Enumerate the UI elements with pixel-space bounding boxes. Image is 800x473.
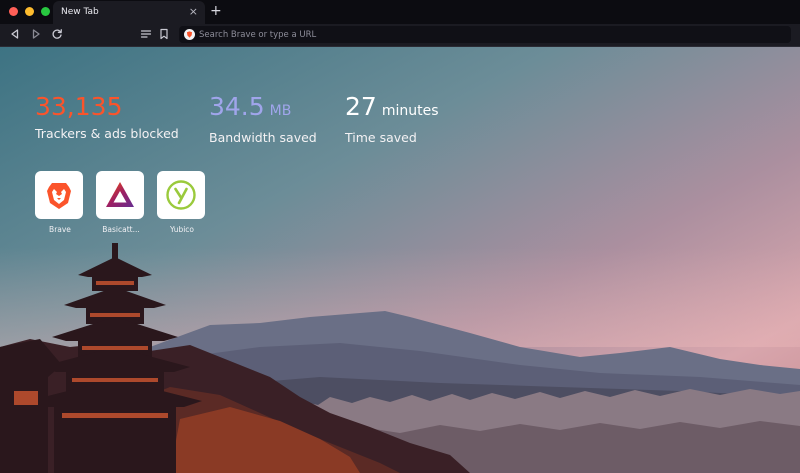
top-site-basicattention[interactable]: Basicatt...: [96, 171, 146, 234]
top-site-label: Basicatt...: [102, 225, 140, 234]
forward-arrow-icon[interactable]: [29, 27, 43, 41]
window-controls: [9, 7, 50, 16]
stat-bandwidth-label: Bandwidth saved: [209, 130, 317, 145]
minimize-window-button[interactable]: [25, 7, 34, 16]
stat-bandwidth-unit: MB: [269, 103, 292, 119]
stat-time-label: Time saved: [345, 130, 417, 145]
top-site-brave[interactable]: Brave: [35, 171, 85, 234]
top-site-yubico[interactable]: Yubico: [157, 171, 207, 234]
stat-time-unit: minutes: [381, 103, 439, 119]
yubico-icon: [166, 180, 196, 210]
zoom-window-button[interactable]: [41, 7, 50, 16]
bookmark-icon[interactable]: [157, 27, 171, 41]
new-tab-page: 33,135 Trackers & ads blocked 34.5 MB Ban…: [0, 47, 800, 473]
tab-new-tab[interactable]: New Tab ×: [53, 1, 205, 24]
brave-lion-icon: [47, 183, 71, 209]
tab-title: New Tab: [61, 7, 99, 17]
stat-time: 27 minutes Time saved: [345, 92, 438, 145]
tab-close-icon[interactable]: ×: [189, 5, 198, 18]
reload-icon[interactable]: [50, 27, 64, 41]
stat-trackers-value: 33,135: [35, 92, 179, 122]
stat-trackers-number: 33,135: [35, 92, 123, 121]
address-bar[interactable]: [179, 26, 791, 43]
stat-bandwidth-value: 34.5 MB: [209, 92, 317, 126]
top-site-tile[interactable]: [157, 171, 205, 219]
bat-triangle-icon: [106, 182, 134, 207]
close-window-button[interactable]: [9, 7, 18, 16]
top-site-label: Brave: [49, 225, 71, 234]
top-site-tile[interactable]: [96, 171, 144, 219]
toolbar: [0, 24, 800, 47]
browser-window: New Tab × + Search Brave or type a URL 3…: [0, 0, 800, 473]
brave-shield-icon[interactable]: [184, 29, 195, 40]
top-site-tile[interactable]: [35, 171, 83, 219]
stat-bandwidth: 34.5 MB Bandwidth saved: [209, 92, 317, 145]
stat-trackers-label: Trackers & ads blocked: [35, 126, 179, 141]
top-site-label: Yubico: [169, 225, 195, 234]
reader-mode-icon[interactable]: [139, 27, 153, 41]
stat-bandwidth-number: 34.5: [209, 92, 265, 121]
stat-trackers: 33,135 Trackers & ads blocked: [35, 92, 179, 141]
new-tab-button[interactable]: +: [210, 3, 222, 19]
back-arrow-icon[interactable]: [8, 27, 22, 41]
stat-time-value: 27 minutes: [345, 92, 438, 126]
stat-time-number: 27: [345, 92, 377, 121]
url-input[interactable]: [199, 26, 779, 43]
tab-strip: New Tab × +: [0, 0, 800, 24]
